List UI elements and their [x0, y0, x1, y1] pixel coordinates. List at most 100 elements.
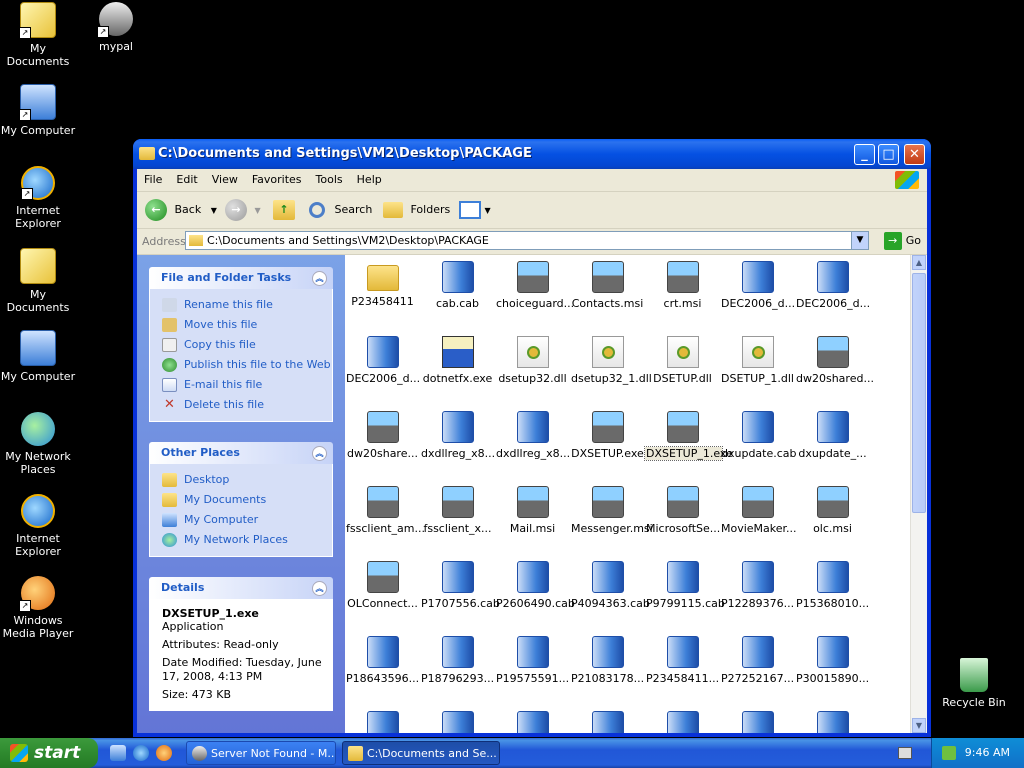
chevron-down-icon[interactable]: ▼	[851, 232, 868, 249]
menu-tools[interactable]: Tools	[309, 169, 350, 186]
file-item[interactable]: DEC2006_d...	[795, 255, 870, 325]
file-item[interactable]	[645, 705, 720, 733]
file-item[interactable]: Mail.msi	[495, 480, 570, 550]
show-desktop-icon[interactable]	[110, 745, 126, 761]
scroll-down-button[interactable]: ▼	[912, 718, 926, 733]
file-item[interactable]: dsetup32_1.dll	[570, 330, 652, 400]
file-item[interactable]: Contacts.msi	[570, 255, 645, 325]
keyboard-icon[interactable]	[898, 747, 912, 759]
network-status-icon[interactable]	[942, 746, 956, 760]
menu-favorites[interactable]: Favorites	[245, 169, 309, 186]
file-item[interactable]: dxupdate.cab	[720, 405, 797, 475]
file-item[interactable]: MovieMaker...	[720, 480, 797, 550]
place-my-documents[interactable]: My Documents	[162, 490, 332, 510]
file-item[interactable]	[420, 705, 495, 733]
address-input[interactable]: C:\Documents and Settings\VM2\Desktop\PA…	[185, 231, 869, 250]
task-copy[interactable]: Copy this file	[162, 335, 332, 355]
task-rename[interactable]: Rename this file	[162, 295, 332, 315]
file-item[interactable]: DXSETUP_1.exe	[644, 405, 733, 475]
file-item[interactable]: olc.msi	[795, 480, 870, 550]
file-item[interactable]: DSETUP_1.dll	[720, 330, 795, 400]
file-item[interactable]: fssclient_x...	[420, 480, 495, 550]
file-item[interactable]: P4094363.cab	[570, 555, 650, 625]
clock[interactable]: 9:46 AM	[965, 746, 1010, 759]
menu-file[interactable]: File	[137, 169, 169, 186]
file-item[interactable]: dw20shared...	[795, 330, 874, 400]
file-item[interactable]	[570, 705, 645, 733]
file-item[interactable]: OLConnect...	[345, 555, 420, 625]
file-item[interactable]: P21083178...	[570, 630, 645, 700]
collapse-icon[interactable]: ︽	[312, 581, 327, 596]
task-server-not-found[interactable]: Server Not Found - M...	[186, 741, 336, 765]
scroll-thumb[interactable]	[912, 273, 926, 513]
vertical-scrollbar[interactable]: ▲ ▼	[910, 255, 927, 733]
file-item[interactable]: P15368010...	[795, 555, 870, 625]
place-my-computer[interactable]: My Computer	[162, 510, 332, 530]
file-item[interactable]	[795, 705, 870, 733]
menu-help[interactable]: Help	[350, 169, 389, 186]
go-button[interactable]: → Go	[883, 232, 921, 250]
file-item[interactable]: dxdllreg_x8...	[495, 405, 570, 475]
file-item[interactable]: cab.cab	[420, 255, 495, 325]
file-item[interactable]: P23458411	[345, 255, 420, 325]
panel-header[interactable]: Other Places ︽	[149, 442, 333, 464]
panel-header[interactable]: File and Folder Tasks ︽	[149, 267, 333, 289]
start-button[interactable]: start	[0, 738, 98, 768]
file-item[interactable]: P27252167...	[720, 630, 795, 700]
desktop-icon-network-places[interactable]: My Network Places	[0, 412, 76, 476]
views-button[interactable]: ▼	[459, 198, 491, 222]
task-explorer-window[interactable]: C:\Documents and Se...	[342, 741, 500, 765]
desktop-icon-my-documents-2[interactable]: My Documents	[0, 248, 76, 314]
place-network[interactable]: My Network Places	[162, 530, 332, 550]
file-item[interactable]: dxdllreg_x8...	[420, 405, 495, 475]
file-item[interactable]: dsetup32.dll	[495, 330, 570, 400]
task-move[interactable]: Move this file	[162, 315, 332, 335]
minimize-button[interactable]: _	[854, 144, 875, 165]
file-item[interactable]: Messenger.msi	[570, 480, 653, 550]
desktop-icon-my-documents[interactable]: ↗ My Documents	[0, 2, 76, 68]
desktop-icon-my-computer[interactable]: ↗ My Computer	[0, 84, 76, 137]
file-item[interactable]: DSETUP.dll	[645, 330, 720, 400]
close-button[interactable]: ✕	[904, 144, 925, 165]
file-item[interactable]: choiceguard...	[495, 255, 574, 325]
desktop-icon-media-player[interactable]: ↗ Windows Media Player	[0, 576, 76, 640]
file-item[interactable]: P19575591...	[495, 630, 570, 700]
place-desktop[interactable]: Desktop	[162, 470, 332, 490]
desktop-icon-mypal[interactable]: ↗ mypal	[78, 2, 154, 53]
task-delete[interactable]: ✕ Delete this file	[162, 395, 332, 415]
menu-edit[interactable]: Edit	[169, 169, 204, 186]
back-dropdown-icon[interactable]: ▼	[211, 206, 217, 215]
file-item[interactable]: P12289376...	[720, 555, 795, 625]
desktop-icon-my-computer-2[interactable]: My Computer	[0, 330, 76, 383]
search-button[interactable]: Search	[309, 198, 372, 222]
file-item[interactable]: P30015890...	[795, 630, 870, 700]
task-publish[interactable]: Publish this file to the Web	[162, 355, 332, 375]
file-item[interactable]: crt.msi	[645, 255, 720, 325]
folders-button[interactable]: Folders	[383, 198, 450, 222]
file-item[interactable]: P1707556.cab	[420, 555, 500, 625]
file-item[interactable]: P9799115.cab	[645, 555, 725, 625]
file-item[interactable]: dotnetfx.exe	[420, 330, 495, 400]
desktop-icon-internet-explorer-2[interactable]: Internet Explorer	[0, 494, 76, 558]
file-item[interactable]	[345, 705, 420, 733]
file-item[interactable]: P18643596...	[345, 630, 420, 700]
file-item[interactable]: dxupdate_...	[795, 405, 870, 475]
collapse-icon[interactable]: ︽	[312, 446, 327, 461]
desktop-icon-internet-explorer[interactable]: ↗ Internet Explorer	[0, 166, 76, 230]
maximize-button[interactable]: □	[878, 144, 899, 165]
up-folder-button[interactable]: ↑	[273, 198, 295, 222]
file-item[interactable]: P18796293...	[420, 630, 495, 700]
file-item[interactable]: DEC2006_d...	[720, 255, 795, 325]
file-item[interactable]	[720, 705, 795, 733]
file-item[interactable]: DEC2006_d...	[345, 330, 420, 400]
forward-button[interactable]: → ▼	[225, 198, 261, 222]
file-item[interactable]: MicrosoftSe...	[645, 480, 720, 550]
scroll-up-button[interactable]: ▲	[912, 255, 926, 270]
file-item[interactable]: P23458411...	[645, 630, 720, 700]
collapse-icon[interactable]: ︽	[312, 271, 327, 286]
file-item[interactable]: dw20share...	[345, 405, 420, 475]
file-item[interactable]	[495, 705, 570, 733]
window-titlebar[interactable]: C:\Documents and Settings\VM2\Desktop\PA…	[133, 139, 931, 169]
forward-dropdown-icon[interactable]: ▼	[255, 206, 261, 215]
internet-explorer-icon[interactable]	[133, 745, 149, 761]
